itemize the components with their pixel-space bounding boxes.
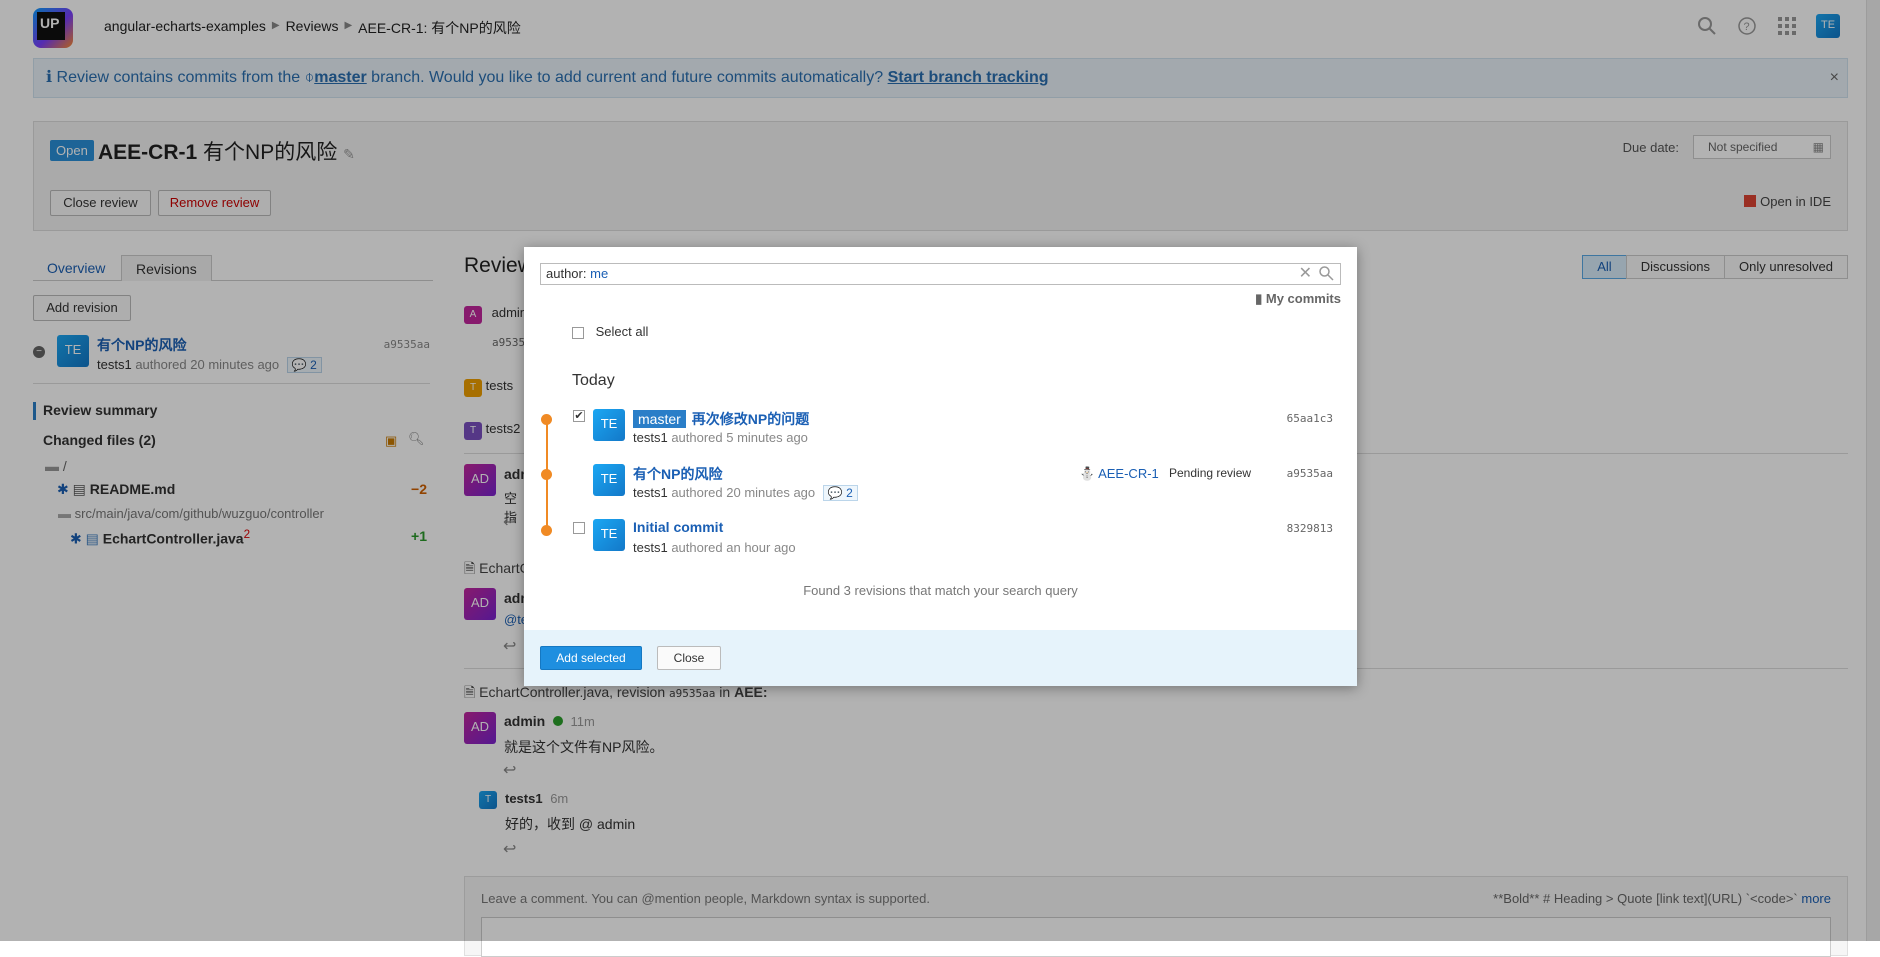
revision-hash: 8329813 <box>1286 522 1333 535</box>
select-all-checkbox[interactable]: Select all <box>572 324 648 339</box>
review-link[interactable]: ⛄ AEE-CR-1 <box>1079 466 1159 482</box>
revision-title[interactable]: Initial commit <box>633 519 723 535</box>
comment-icon: 💬 <box>827 486 843 500</box>
branch-badge: master <box>633 410 686 428</box>
close-icon[interactable]: ✕ <box>1299 264 1312 284</box>
group-heading: Today <box>572 372 615 389</box>
select-all-label: Select all <box>595 324 649 339</box>
revision-meta: tests1 authored 5 minutes ago <box>633 430 808 445</box>
timeline-dot <box>541 414 552 425</box>
revision-authored: authored 5 minutes ago <box>671 430 808 445</box>
revision-hash: a9535aa <box>1286 467 1333 480</box>
search-value: me <box>590 266 609 281</box>
avatar: TE <box>593 464 625 496</box>
revision-author: tests1 <box>633 485 668 500</box>
review-status: Pending review <box>1169 466 1252 480</box>
timeline-dot <box>541 469 552 480</box>
revision-meta: tests1 authored 20 minutes ago 💬 2 <box>633 485 858 501</box>
review-icon: ⛄ <box>1079 466 1096 481</box>
search-result-count: Found 3 revisions that match your search… <box>803 583 1078 598</box>
revision-title[interactable]: 有个NP的风险 <box>633 464 722 484</box>
revision-title-text: 再次修改NP的问题 <box>691 411 810 427</box>
my-commits-label: My commits <box>1265 291 1341 306</box>
timeline-dot <box>541 525 552 536</box>
avatar: TE <box>593 519 625 551</box>
my-commits-link[interactable]: ▮ My commits <box>1255 291 1341 307</box>
add-revision-dialog: author: me ✕ ▮ My commits Select all Tod… <box>524 247 1357 686</box>
revision-hash: 65aa1c3 <box>1286 412 1333 425</box>
add-selected-button[interactable]: Add selected <box>540 646 642 670</box>
revision-authored: authored 20 minutes ago <box>671 485 816 500</box>
revision-row[interactable]: TE 有个NP的风险 tests1 authored 20 minutes ag… <box>593 464 1333 504</box>
search-prefix: author: <box>546 266 587 281</box>
discussion-count: 2 <box>846 486 853 500</box>
avatar: TE <box>593 409 625 441</box>
dialog-footer: Add selected Close <box>524 630 1357 686</box>
revision-meta: tests1 authored an hour ago <box>633 540 796 555</box>
revision-search-input[interactable]: author: me ✕ <box>540 263 1341 285</box>
revision-checkbox-checked[interactable]: ✔ <box>573 410 585 422</box>
revision-checkbox[interactable] <box>573 522 585 534</box>
revision-row[interactable]: TE master 再次修改NP的问题 tests1 authored 5 min… <box>593 409 1333 449</box>
revision-authored: authored an hour ago <box>671 540 796 555</box>
revision-author: tests1 <box>633 430 668 445</box>
review-link-label: AEE-CR-1 <box>1098 466 1159 481</box>
bookmark-icon: ▮ <box>1255 291 1263 306</box>
close-button[interactable]: Close <box>657 646 721 670</box>
revision-title[interactable]: master 再次修改NP的问题 <box>633 409 809 429</box>
discussion-count-badge[interactable]: 💬 2 <box>822 485 858 501</box>
search-icon[interactable] <box>1318 265 1334 281</box>
checkbox[interactable] <box>572 326 584 339</box>
revision-row[interactable]: TE Initial commit tests1 authored an hou… <box>593 519 1333 559</box>
revision-author: tests1 <box>633 540 668 555</box>
